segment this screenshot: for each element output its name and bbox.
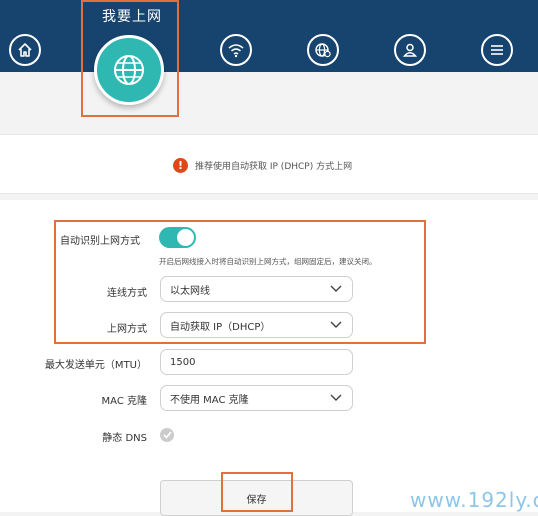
user-icon[interactable] xyxy=(394,34,426,66)
watermark-text: www.192ly.cc xyxy=(410,488,538,512)
mac-clone-select[interactable]: 不使用 MAC 克隆 xyxy=(160,385,353,411)
exclamation-icon: ! xyxy=(173,158,188,173)
save-highlight-box xyxy=(221,472,293,512)
tab-highlight-box xyxy=(81,0,179,117)
menu-icon[interactable] xyxy=(481,34,513,66)
mtu-label: 最大发送单元（MTU） xyxy=(44,360,147,371)
globe-settings-icon[interactable] xyxy=(307,34,339,66)
wifi-icon[interactable] xyxy=(220,34,252,66)
chevron-down-icon xyxy=(330,394,342,401)
mac-clone-value: 不使用 MAC 克隆 xyxy=(170,394,249,406)
home-icon[interactable] xyxy=(9,34,41,66)
static-dns-label: 静态 DNS xyxy=(102,433,147,444)
settings-form: 自动识别上网方式 开启后网线接入时将自动识别上网方式，组网固定后，建议关闭。 连… xyxy=(0,200,538,516)
static-dns-checkbox[interactable] xyxy=(160,428,174,442)
mtu-input[interactable]: 1500 xyxy=(160,349,353,375)
notice-text: 推荐使用自动获取 IP (DHCP) 方式上网 xyxy=(195,162,353,172)
mac-clone-label: MAC 克隆 xyxy=(101,396,147,407)
check-icon xyxy=(162,431,172,439)
notice-panel: ! 推荐使用自动获取 IP (DHCP) 方式上网 xyxy=(0,134,538,194)
settings-highlight-box xyxy=(54,220,426,344)
mtu-value: 1500 xyxy=(170,356,196,368)
